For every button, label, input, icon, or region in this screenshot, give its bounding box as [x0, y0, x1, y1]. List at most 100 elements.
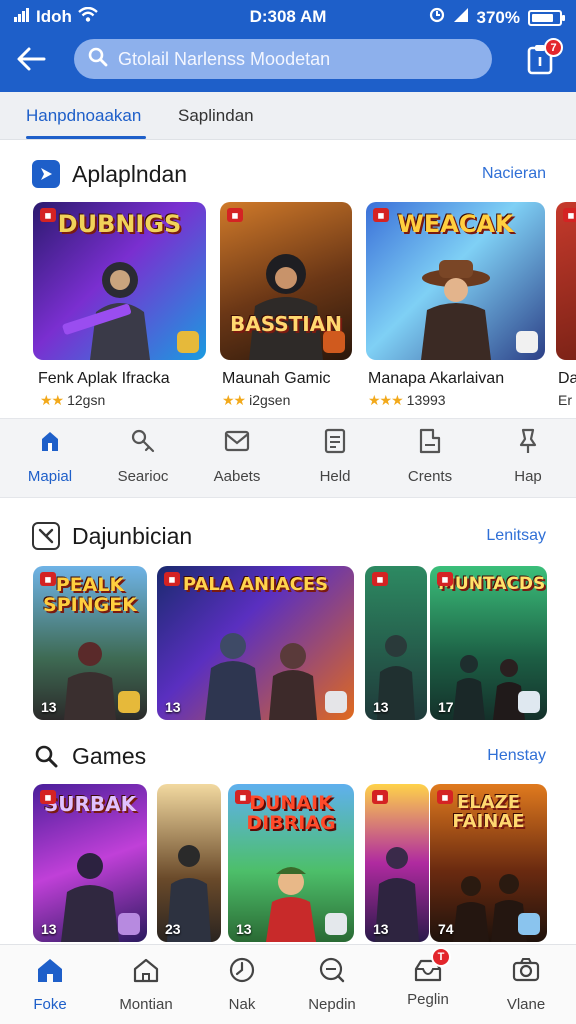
- publisher-badge: [118, 913, 140, 935]
- new-tag: ◼: [40, 790, 56, 804]
- app-card[interactable]: WEACAK ◼: [366, 202, 545, 360]
- section-header-games: Games Henstay: [0, 738, 576, 774]
- inbox-badge: 7: [544, 38, 563, 57]
- hero-artwork: [266, 867, 316, 942]
- section-title: Games: [72, 743, 147, 769]
- puzzle-icon: [32, 522, 60, 550]
- camera-icon: [512, 958, 540, 982]
- new-tag: ◼: [437, 790, 453, 804]
- home-shield-icon: [42, 432, 58, 451]
- new-tag: ◼: [373, 208, 389, 222]
- nav-peglin[interactable]: T Peglin: [380, 947, 476, 1008]
- publisher-badge: [323, 331, 345, 353]
- document-icon: [324, 428, 346, 454]
- category-held[interactable]: Held: [290, 427, 380, 485]
- house-outline-icon: [133, 958, 159, 983]
- app-card[interactable]: ◼: [556, 202, 576, 360]
- game-card[interactable]: SURBAK ◼ 13: [33, 784, 147, 942]
- clock-icon: [229, 957, 255, 983]
- tab-hanpdnoaakan[interactable]: Hanpdnoaakan: [26, 106, 141, 126]
- game-card[interactable]: 23: [157, 784, 221, 942]
- game-card[interactable]: PEALK SPINGEK ◼ 13: [33, 566, 147, 720]
- category-hap[interactable]: Hap: [483, 427, 573, 485]
- card-art-title: WEACAK: [397, 210, 514, 238]
- search-input[interactable]: [118, 48, 478, 70]
- publisher-badge: [325, 691, 347, 713]
- play-store-icon: [32, 160, 60, 188]
- active-tab-indicator: [26, 136, 146, 139]
- game-card[interactable]: ELAZE FAINAE ◼ 74: [430, 784, 547, 942]
- category-aabets[interactable]: Aabets: [192, 427, 282, 485]
- new-tag: ◼: [563, 208, 576, 222]
- see-more-link[interactable]: Nacieran: [482, 165, 546, 183]
- battery-percent: 370%: [476, 7, 520, 27]
- publisher-badge: [518, 913, 540, 935]
- game-card[interactable]: ◼ 13: [365, 784, 429, 942]
- game-card[interactable]: ◼ 13: [365, 566, 427, 720]
- nav-vlane[interactable]: Vlane: [478, 955, 574, 1013]
- section-header-aplaplndan: Aplaplndan Nacieran: [0, 156, 576, 192]
- section-title: Dajunbician: [72, 523, 193, 549]
- tab-bar: Hanpdnoaakan Saplindan: [0, 92, 576, 140]
- nav-foke[interactable]: Foke: [2, 955, 98, 1013]
- category-crents[interactable]: Crents: [385, 427, 475, 485]
- nav-nepdin[interactable]: Nepdin: [284, 955, 380, 1013]
- key-icon: [131, 429, 155, 453]
- star-icon: ★★★: [368, 392, 404, 408]
- new-tag: ◼: [40, 572, 56, 586]
- nav-nak[interactable]: Nak: [194, 955, 290, 1013]
- cell-signal-icon: [453, 7, 469, 28]
- arrow-left-icon: [17, 47, 46, 71]
- see-more-link[interactable]: Lenitsay: [486, 527, 546, 545]
- app-card[interactable]: DUBNIGS ◼: [33, 202, 206, 360]
- see-more-link[interactable]: Henstay: [487, 747, 546, 765]
- app-name: Fenk Aplak Ifracka: [38, 370, 170, 387]
- hero-artwork: [420, 260, 491, 360]
- battery-level-fill: [532, 13, 553, 22]
- game-card[interactable]: MUNTACDS ◼ 17: [430, 566, 547, 720]
- card-art-title: PALA ANIACES: [182, 574, 329, 595]
- status-bar: Idoh D:308 AM 370%: [0, 0, 576, 34]
- age-rating: 13: [41, 699, 57, 715]
- alarm-icon: [429, 7, 445, 28]
- section-title: Aplaplndan: [72, 161, 188, 187]
- card-art-title: DUBNIGS: [57, 210, 182, 238]
- game-card[interactable]: DUNAIK DIBRIAG ◼ 13: [228, 784, 354, 942]
- hero-artwork: [204, 633, 317, 720]
- category-searioc[interactable]: Searioc: [98, 427, 188, 485]
- star-icon: ★★: [40, 392, 64, 408]
- tab-saplindan[interactable]: Saplindan: [178, 106, 254, 126]
- new-tag: ◼: [235, 790, 251, 804]
- new-tag: ◼: [437, 572, 453, 586]
- section-header-dajunbician: Dajunbician Lenitsay: [0, 518, 576, 554]
- app-rating: ★★ 12gsn: [40, 392, 106, 408]
- publisher-badge: [518, 691, 540, 713]
- game-card[interactable]: PALA ANIACES ◼ 13: [157, 566, 354, 720]
- age-rating: 74: [438, 921, 454, 937]
- app-rating: ★★ i2gsen: [222, 392, 291, 408]
- publisher-badge: [177, 331, 199, 353]
- search-bar[interactable]: [74, 39, 492, 79]
- hero-artwork: [62, 262, 150, 360]
- app-rating: ★★★ 13993: [368, 392, 446, 408]
- inbox-icon: T: [413, 947, 451, 985]
- age-rating: 23: [165, 921, 181, 937]
- back-button[interactable]: [12, 40, 50, 78]
- star-icon: ★★: [222, 392, 246, 408]
- app-name: Manapa Akarlaivan: [368, 370, 505, 387]
- nav-montian[interactable]: Montian: [98, 955, 194, 1013]
- search-icon: [88, 47, 108, 72]
- app-card[interactable]: BASSTIAN ◼: [220, 202, 352, 360]
- card-art-title: ELAZE FAINAE: [452, 792, 525, 832]
- inbox-button[interactable]: 7: [524, 38, 563, 76]
- category-mapial[interactable]: Mapial: [5, 427, 95, 485]
- app-name: Maunah Gamic: [222, 370, 331, 387]
- age-rating: 13: [41, 921, 57, 937]
- new-tag: ◼: [164, 572, 180, 586]
- chat-icon: [319, 957, 345, 983]
- new-tag: ◼: [40, 208, 56, 222]
- age-rating: 13: [373, 921, 389, 937]
- app-name: Da: [558, 370, 576, 387]
- card-art-title: MUNTACDS: [438, 574, 546, 594]
- app-bar: Idoh D:308 AM 370% 7: [0, 0, 576, 92]
